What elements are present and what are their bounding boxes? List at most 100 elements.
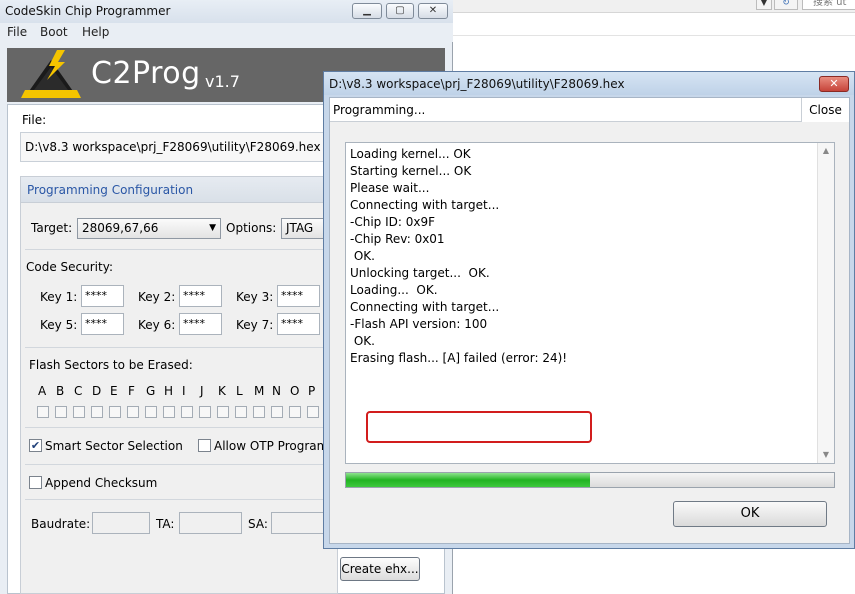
log-scrollbar[interactable]: ▲ ▼	[817, 143, 834, 463]
sector-letter-c: C	[74, 384, 83, 398]
config-header: Programming Configuration	[21, 177, 339, 203]
options-label: Options:	[226, 221, 277, 235]
log-line: Loading kernel... OK	[350, 147, 471, 161]
key6-label: Key 6:	[138, 318, 176, 332]
sector-checkbox-f[interactable]	[127, 406, 139, 418]
divider	[25, 249, 333, 250]
menu-boot[interactable]: Boot	[40, 25, 68, 39]
sector-checkbox-b[interactable]	[55, 406, 67, 418]
sa-label: SA:	[248, 517, 268, 531]
target-select[interactable]: 28069,67,66 ▼	[77, 218, 221, 239]
append-checksum-checkbox[interactable]	[29, 476, 42, 489]
app-name: C2Prog	[91, 56, 201, 91]
sector-letter-p: P	[308, 384, 316, 398]
main-window-title: CodeSkin Chip Programmer	[5, 4, 171, 18]
options-value: JTAG	[286, 221, 314, 235]
flash-sectors-label: Flash Sectors to be Erased:	[29, 358, 193, 372]
sector-checkbox-e[interactable]	[109, 406, 121, 418]
sector-letter-e: E	[110, 384, 118, 398]
key2-input[interactable]: ****	[179, 285, 222, 307]
log-line: -Flash API version: 100	[350, 317, 488, 331]
dialog-title-bar: D:\v8.3 workspace\prj_F28069\utility\F28…	[324, 72, 854, 95]
sector-letter-h: H	[164, 384, 174, 398]
allow-otp-checkbox[interactable]	[198, 439, 211, 452]
background-dropdown-icon[interactable]: ▼	[756, 0, 772, 10]
sector-letter-g: G	[146, 384, 156, 398]
sector-letter-l: L	[236, 384, 243, 398]
sector-checkbox-d[interactable]	[91, 406, 103, 418]
key5-input[interactable]: ****	[81, 313, 124, 335]
log-line: Connecting with target...	[350, 198, 500, 212]
main-title-bar: CodeSkin Chip Programmer ▁ ▢ ✕	[0, 0, 453, 23]
key3-input[interactable]: ****	[277, 285, 320, 307]
progress-bar	[345, 472, 835, 488]
dialog-title: D:\v8.3 workspace\prj_F28069\utility\F28…	[329, 77, 625, 91]
sector-checkbox-p[interactable]	[307, 406, 319, 418]
log-output[interactable]: Loading kernel... OK Starting kernel... O…	[345, 142, 835, 464]
sector-checkbox-i[interactable]	[181, 406, 193, 418]
programming-dialog: D:\v8.3 workspace\prj_F28069\utility\F28…	[323, 71, 855, 549]
app-version: v1.7	[205, 72, 240, 91]
sector-checkbox-n[interactable]	[271, 406, 283, 418]
config-title: Programming Configuration	[27, 183, 194, 197]
sector-letter-o: O	[290, 384, 300, 398]
allow-otp-label: Allow OTP Program	[214, 439, 329, 453]
file-path-field[interactable]: D:\v8.3 workspace\prj_F28069\utility\F28…	[20, 132, 340, 162]
c2prog-logo-icon	[21, 50, 81, 98]
key5-label: Key 5:	[40, 318, 78, 332]
key2-label: Key 2:	[138, 290, 176, 304]
ok-button[interactable]: OK	[673, 501, 827, 527]
scroll-down-icon[interactable]: ▼	[818, 447, 834, 463]
sector-checkbox-o[interactable]	[289, 406, 301, 418]
background-search-input[interactable]: 搜索 ut	[802, 0, 855, 10]
background-refresh-icon[interactable]: ↻	[774, 0, 798, 10]
ta-input[interactable]	[179, 512, 242, 534]
smart-sector-checkbox[interactable]: ✔	[29, 439, 42, 452]
sector-checkbox-k[interactable]	[217, 406, 229, 418]
menu-help[interactable]: Help	[82, 25, 109, 39]
scroll-up-icon[interactable]: ▲	[818, 143, 834, 159]
programming-config-panel: Programming Configuration Target: 28069,…	[20, 176, 339, 594]
dialog-body: Programming... Close Loading kernel... O…	[329, 97, 850, 544]
target-value: 28069,67,66	[82, 221, 159, 235]
sector-checkbox-a[interactable]	[37, 406, 49, 418]
key7-label: Key 7:	[236, 318, 274, 332]
chevron-down-icon: ▼	[209, 223, 216, 233]
sector-checkbox-l[interactable]	[235, 406, 247, 418]
dialog-close-icon[interactable]: ✕	[819, 76, 849, 92]
error-highlight	[366, 411, 592, 443]
sector-checkbox-j[interactable]	[199, 406, 211, 418]
sector-checkbox-h[interactable]	[163, 406, 175, 418]
maximize-icon[interactable]: ▢	[386, 3, 414, 19]
status-text: Programming...	[333, 103, 426, 117]
ta-label: TA:	[156, 517, 175, 531]
key1-label: Key 1:	[40, 290, 78, 304]
close-button[interactable]: Close	[801, 98, 849, 122]
menu-bar: File Boot Help	[0, 23, 453, 42]
file-label: File:	[22, 113, 47, 127]
menu-file[interactable]: File	[7, 25, 27, 39]
baudrate-input[interactable]	[92, 512, 150, 534]
sector-checkbox-m[interactable]	[253, 406, 265, 418]
key3-label: Key 3:	[236, 290, 274, 304]
key1-input[interactable]: ****	[81, 285, 124, 307]
key6-input[interactable]: ****	[179, 313, 222, 335]
file-path-text: D:\v8.3 workspace\prj_F28069\utility\F28…	[25, 140, 321, 154]
sector-checkbox-c[interactable]	[73, 406, 85, 418]
log-line: Erasing flash... [A] failed (error: 24)!	[350, 351, 568, 365]
divider	[25, 464, 333, 465]
target-label: Target:	[31, 221, 73, 235]
sector-letter-n: N	[272, 384, 281, 398]
minimize-icon[interactable]: ▁	[352, 3, 382, 19]
log-line: Unlocking target... OK.	[350, 266, 490, 280]
log-line: -Chip Rev: 0x01	[350, 232, 445, 246]
sector-letter-b: B	[56, 384, 65, 398]
sector-checkbox-g[interactable]	[145, 406, 157, 418]
sector-letter-j: J	[200, 384, 204, 398]
key7-input[interactable]: ****	[277, 313, 320, 335]
create-ehx-button[interactable]: Create ehx...	[340, 557, 420, 581]
sector-letter-i: I	[182, 384, 186, 398]
close-icon[interactable]: ✕	[418, 3, 448, 19]
divider	[25, 499, 333, 500]
log-line: OK.	[350, 249, 375, 263]
